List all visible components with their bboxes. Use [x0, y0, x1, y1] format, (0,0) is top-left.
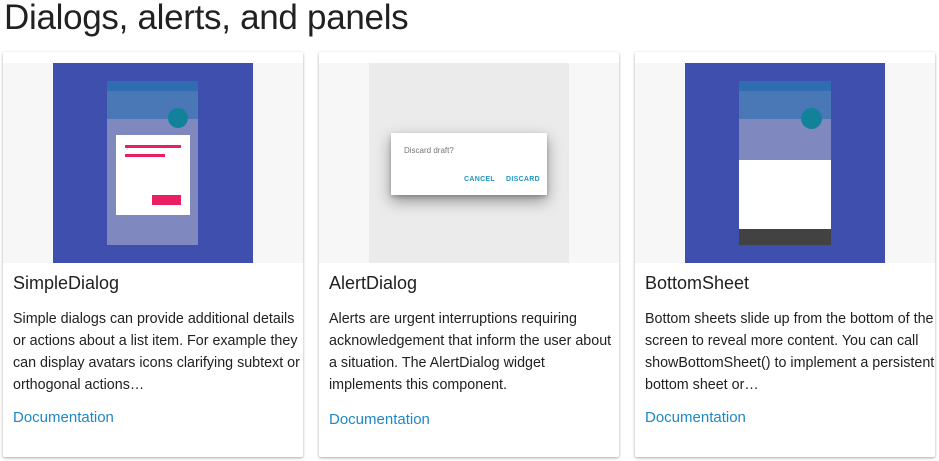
page-title: Dialogs, alerts, and panels	[4, 0, 409, 37]
status-bar	[107, 81, 198, 91]
card-description: Alerts are urgent interruptions requirin…	[329, 311, 612, 393]
fab-circle	[801, 108, 822, 129]
documentation-link[interactable]: Documentation	[329, 411, 430, 428]
documentation-link[interactable]: Documentation	[645, 409, 746, 426]
documentation-link[interactable]: Documentation	[13, 409, 114, 426]
alertdialog-card[interactable]: Discard draft? CANCEL DISCARD AlertDialo…	[319, 52, 619, 457]
simpledialog-thumbnail-band	[3, 63, 303, 263]
dialog-action-button	[152, 195, 181, 205]
bottomsheet-thumbnail-band	[635, 63, 935, 263]
simpledialog-card[interactable]: SimpleDialog Simple dialogs can provide …	[3, 52, 303, 457]
bottom-sheet-panel	[739, 160, 831, 229]
navigation-bar	[739, 229, 831, 245]
dialog-text-line	[125, 145, 181, 148]
fab-circle	[168, 108, 188, 128]
card-description: Bottom sheets slide up from the bottom o…	[645, 311, 935, 393]
phone-screen	[739, 81, 831, 245]
dialog-text-line	[125, 154, 165, 157]
simple-dialog-box	[116, 135, 190, 215]
status-bar	[739, 81, 831, 91]
alert-discard-label: DISCARD	[506, 176, 540, 183]
alert-dialog-message: Discard draft?	[404, 146, 454, 155]
card-title: BottomSheet	[645, 273, 750, 293]
simpledialog-illustration	[53, 63, 253, 263]
card-description: Simple dialogs can provide additional de…	[13, 311, 300, 393]
bottomsheet-card[interactable]: BottomSheet Bottom sheets slide up from …	[635, 52, 935, 457]
alert-cancel-label: CANCEL	[464, 176, 495, 183]
bottomsheet-illustration	[685, 63, 885, 263]
alertdialog-thumbnail-band: Discard draft? CANCEL DISCARD	[319, 63, 619, 263]
alertdialog-illustration: Discard draft? CANCEL DISCARD	[369, 63, 569, 263]
card-title: AlertDialog	[329, 273, 418, 293]
card-title: SimpleDialog	[13, 273, 120, 293]
alert-dialog-box: Discard draft? CANCEL DISCARD	[391, 133, 547, 195]
